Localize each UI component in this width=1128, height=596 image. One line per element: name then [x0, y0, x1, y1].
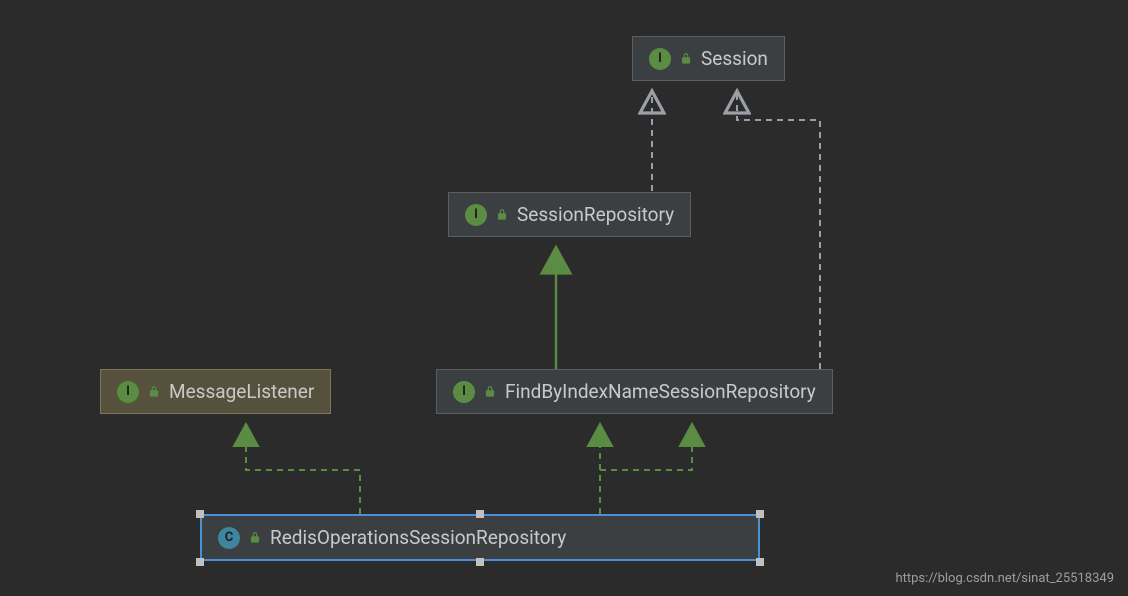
selection-handle[interactable] — [756, 558, 764, 566]
node-session-repository[interactable]: I SessionRepository — [448, 192, 691, 237]
lock-icon — [147, 385, 161, 399]
selection-handle[interactable] — [196, 510, 204, 518]
node-label: Session — [701, 47, 768, 70]
selection-handle[interactable] — [476, 510, 484, 518]
interface-icon: I — [453, 381, 475, 403]
interface-icon: I — [117, 381, 139, 403]
lock-icon — [483, 385, 497, 399]
diagram-canvas: SessionRepository (solid green filled tr… — [0, 0, 1128, 596]
lock-icon — [679, 52, 693, 66]
node-label: RedisOperationsSessionRepository — [270, 526, 566, 549]
edges-layer: SessionRepository (solid green filled tr… — [0, 0, 1128, 596]
lock-icon — [248, 531, 262, 545]
interface-icon: I — [649, 48, 671, 70]
node-find-by-index[interactable]: I FindByIndexNameSessionRepository — [436, 369, 833, 414]
node-redis-operations[interactable]: C RedisOperationsSessionRepository — [200, 514, 760, 561]
class-icon: C — [218, 527, 240, 549]
node-label: FindByIndexNameSessionRepository — [505, 380, 816, 403]
node-label: MessageListener — [169, 380, 314, 403]
node-label: SessionRepository — [517, 203, 674, 226]
node-session[interactable]: I Session — [632, 36, 785, 81]
watermark: https://blog.csdn.net/sinat_25518349 — [895, 571, 1114, 586]
lock-icon — [495, 208, 509, 222]
selection-handle[interactable] — [196, 558, 204, 566]
node-message-listener[interactable]: I MessageListener — [100, 369, 331, 414]
interface-icon: I — [465, 204, 487, 226]
selection-handle[interactable] — [476, 558, 484, 566]
selection-handle[interactable] — [756, 510, 764, 518]
